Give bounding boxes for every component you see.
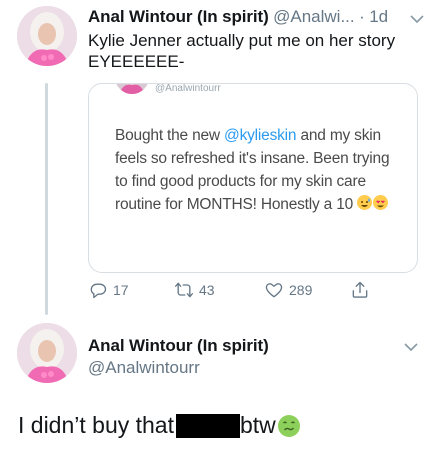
tweet-text-line: Kylie Jenner actually put me on her stor… [88, 31, 396, 50]
avatar-image [17, 323, 77, 383]
tweet-text-part: btw [240, 412, 276, 438]
avatar[interactable] [17, 6, 77, 66]
main-tweet-text: I didn’t buy that btw [18, 412, 301, 439]
heart-eyes-emoji-icon [373, 195, 389, 210]
card-avatar [115, 84, 149, 94]
card-avatar-image [115, 84, 149, 94]
retweet-count: 43 [199, 282, 215, 298]
share-button[interactable] [350, 280, 370, 300]
card-mention: @kylieskin [224, 127, 297, 144]
like-icon [265, 283, 283, 298]
card-text-part: Bought the new [115, 127, 225, 144]
display-name[interactable]: Anal Wintour (In spirit) [88, 7, 269, 26]
card-text: Bought the new @kylieskin and my skin fe… [115, 124, 395, 216]
timestamp[interactable]: 1d [369, 7, 388, 26]
chevron-down-icon[interactable] [404, 342, 418, 352]
grinning-sweat-emoji-icon [357, 195, 373, 210]
reply-count: 17 [113, 282, 129, 298]
card-handle: @Analwintourr [155, 83, 221, 94]
user-handle[interactable]: @Analwi... [273, 7, 355, 26]
reply-button[interactable]: 17 [88, 280, 129, 300]
redaction-bar [176, 413, 240, 438]
tweet-header: Anal Wintour (In spirit) @Analwi... · 1d [88, 7, 388, 27]
chevron-down-icon[interactable] [410, 14, 424, 24]
avatar[interactable] [17, 323, 77, 383]
separator-dot: · [359, 7, 365, 26]
media-card[interactable]: @Analwintourr Bought the new @kylieskin … [88, 83, 418, 273]
retweet-icon [175, 282, 193, 298]
tweet-text: Kylie Jenner actually put me on her stor… [88, 30, 423, 72]
retweet-button[interactable]: 43 [174, 280, 215, 300]
like-button[interactable]: 289 [264, 280, 312, 300]
tweet-actions: 17 43 289 [88, 280, 388, 304]
thread-line [45, 83, 48, 315]
nauseated-face-emoji-icon [277, 414, 301, 438]
tweet-text-line: EYEEEEEE- [88, 52, 185, 71]
like-count: 289 [289, 282, 313, 298]
share-icon [352, 281, 368, 298]
avatar-image [17, 6, 77, 66]
display-name[interactable]: Anal Wintour (In spirit) [88, 336, 269, 356]
user-handle[interactable]: @Analwintourr [88, 358, 200, 378]
tweet-text-part: I didn’t buy that [18, 412, 174, 438]
reply-icon [90, 283, 107, 299]
